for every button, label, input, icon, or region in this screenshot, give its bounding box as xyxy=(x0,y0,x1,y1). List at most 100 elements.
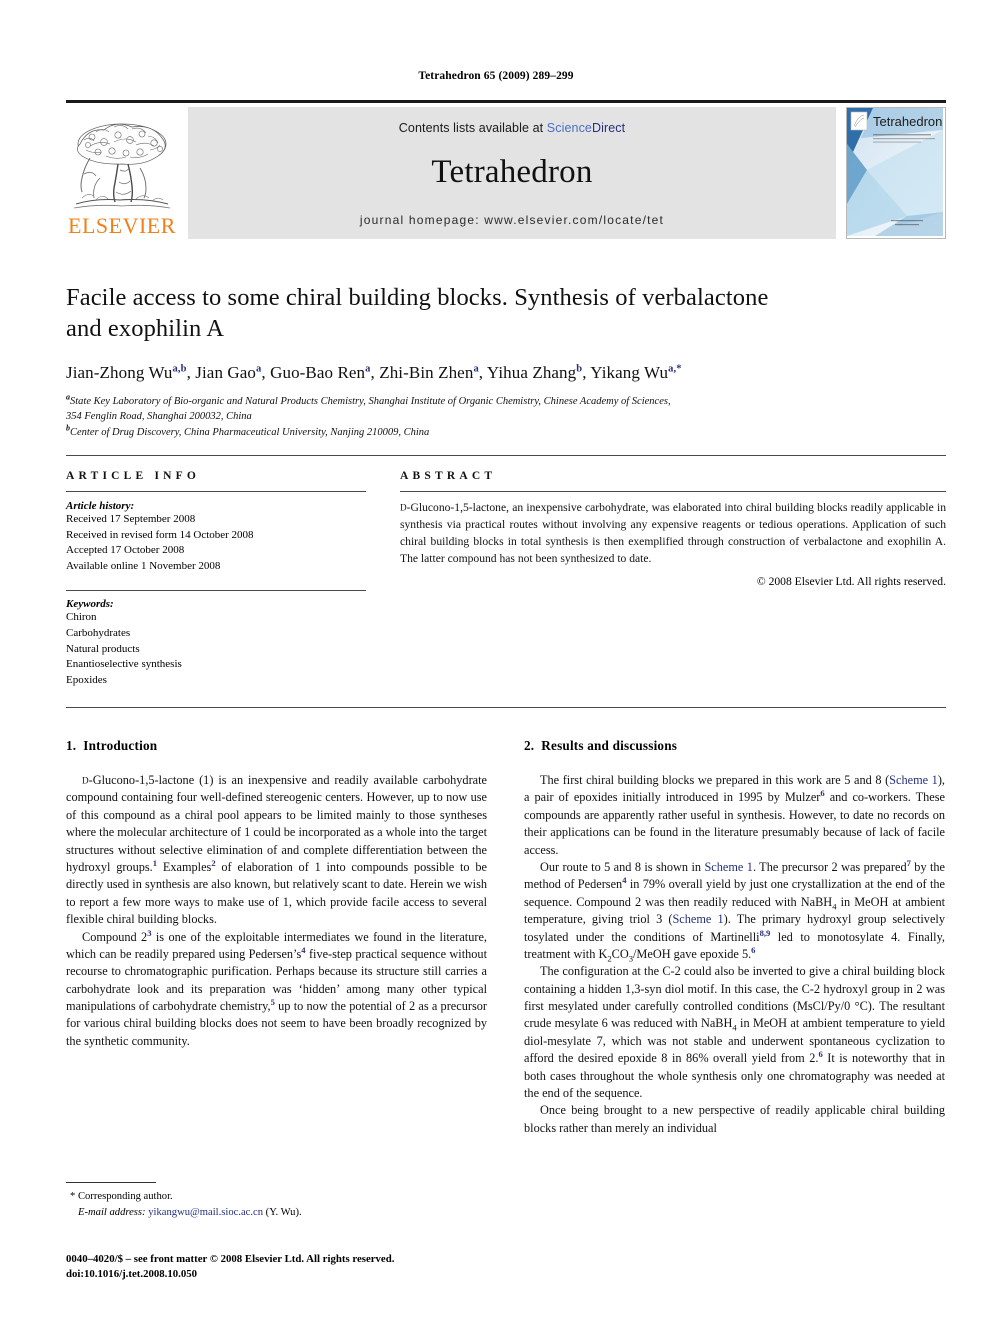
author-name: Jian-Zhong Wu xyxy=(66,362,173,382)
ref-8-9[interactable]: 8,9 xyxy=(760,927,771,937)
contents-available-line: Contents lists available at ScienceDirec… xyxy=(399,121,625,135)
intro-p2-a: Compound 2 xyxy=(82,929,148,944)
keywords-block: Keywords: Chiron Carbohydrates Natural pro… xyxy=(66,590,366,688)
results-title: Results and discussions xyxy=(541,738,678,753)
author-separator: , xyxy=(370,362,380,382)
author-list: Jian-Zhong Wua,b, Jian Gaoa, Guo-Bao Ren… xyxy=(66,363,946,383)
keyword-item: Carbohydrates xyxy=(66,627,131,640)
results-p2-b: . The precursor 2 was prepared xyxy=(752,859,907,874)
article-history-lines: Received 17 September 2008 Received in re… xyxy=(66,512,366,574)
right-column: 2. Results and discussions The first chir… xyxy=(524,738,945,1137)
author-separator: , xyxy=(478,362,487,382)
author-name: Jian Gao xyxy=(195,362,257,382)
article-history-label: Article history: xyxy=(66,500,135,512)
journal-banner: Contents lists available at ScienceDirec… xyxy=(188,107,836,239)
journal-homepage-link[interactable]: journal homepage: www.elsevier.com/locat… xyxy=(360,213,664,227)
keyword-item: Chiron xyxy=(66,611,97,624)
abstract-heading: ABSTRACT xyxy=(400,470,497,482)
results-p2-a: Our route to 5 and 8 is shown in xyxy=(540,859,705,874)
affiliation-line: bCenter of Drug Discovery, China Pharmac… xyxy=(66,424,946,441)
scheme-1-link-a[interactable]: Scheme 1 xyxy=(889,773,938,787)
imprint-line-1: 0040–4020/$ – see front matter © 2008 El… xyxy=(66,1253,395,1265)
article-info-divider xyxy=(66,491,366,492)
keywords-divider xyxy=(66,590,366,592)
results-p2-h: CO xyxy=(611,946,629,961)
intro-smallcap-d: D xyxy=(82,775,89,786)
keyword-item: Enantioselective synthesis xyxy=(66,658,182,671)
abstract-smallcap-d: D xyxy=(400,502,407,513)
author-affiliation-marker: a,* xyxy=(668,363,682,375)
article-info-column: ARTICLE INFO Article history: Received 1… xyxy=(66,470,366,688)
journal-masthead: ELSEVIER Contents lists available at Sci… xyxy=(66,100,946,239)
author-name: Guo-Bao Ren xyxy=(270,362,366,382)
abstract-copyright: © 2008 Elsevier Ltd. All rights reserved… xyxy=(756,574,946,588)
keyword-item: Natural products xyxy=(66,642,140,655)
email-link[interactable]: yikangwu@mail.sioc.ac.cn xyxy=(148,1207,263,1218)
info-abstract-block: ARTICLE INFO Article history: Received 1… xyxy=(66,470,946,688)
ref-6b[interactable]: 6 xyxy=(751,945,755,955)
results-number: 2. xyxy=(524,738,535,753)
running-head: Tetrahedron 65 (2009) 289–299 xyxy=(418,70,574,82)
results-p1-a: The first chiral building blocks we prep… xyxy=(540,773,890,787)
footnote-divider xyxy=(66,1182,156,1183)
elsevier-tree-icon xyxy=(70,118,174,214)
page-title: Facile access to some chiral building bl… xyxy=(66,282,946,345)
intro-paragraph-2: Compound 23 is one of the exploitable in… xyxy=(66,928,487,1051)
elsevier-logo: ELSEVIER xyxy=(66,107,178,239)
scheme-1-link-c[interactable]: Scheme 1 xyxy=(672,912,723,926)
affiliation-line: aState Key Laboratory of Bio-organic and… xyxy=(66,393,946,410)
affiliation-text: State Key Laboratory of Bio-organic and … xyxy=(70,395,671,407)
scheme-1-link-b[interactable]: Scheme 1 xyxy=(704,860,752,874)
intro-paragraph-1: D-Glucono-1,5-lactone (1) is an inexpens… xyxy=(66,772,487,929)
abstract-divider xyxy=(400,491,946,492)
affiliation-line: 354 Fenglin Road, Shanghai 200032, China xyxy=(66,409,946,425)
keyword-item: Epoxides xyxy=(66,673,107,686)
author-name: Yikang Wu xyxy=(590,362,669,382)
intro-number: 1. xyxy=(66,738,77,753)
article-title-line2: and exophilin A xyxy=(66,315,225,343)
intro-title: Introduction xyxy=(83,738,158,753)
abstract-text: D-Glucono-1,5-lactone, an inexpensive ca… xyxy=(400,500,946,568)
abstract-column: ABSTRACT D-Glucono-1,5-lactone, an inexp… xyxy=(400,470,946,688)
author-name: Zhi-Bin Zhen xyxy=(379,362,474,382)
contents-prefix: Contents lists available at xyxy=(398,121,547,135)
body-columns: 1. Introduction D-Glucono-1,5-lactone (1)… xyxy=(66,738,946,1137)
footnote-block: * Corresponding author. E-mail address: … xyxy=(66,1182,487,1221)
corresponding-author-note: * Corresponding author. xyxy=(70,1191,173,1202)
sciencedirect-link-part2[interactable]: Direct xyxy=(592,121,625,135)
paper-page: Tetrahedron 65 (2009) 289–299 ELSEVIER C… xyxy=(0,0,992,1323)
results-paragraph-4: Once being brought to a new perspective … xyxy=(524,1103,945,1135)
email-note: E-mail address: yikangwu@mail.sioc.ac.cn… xyxy=(66,1205,487,1221)
results-p2-i: /MeOH gave epoxide 5. xyxy=(633,946,752,961)
svg-text:Tetrahedron: Tetrahedron xyxy=(873,114,942,129)
article-history-line: Received in revised form 14 October 2008 xyxy=(66,528,254,541)
article-info-heading: ARTICLE INFO xyxy=(66,470,201,482)
article-history-line: Received 17 September 2008 xyxy=(66,513,196,525)
title-block: Facile access to some chiral building bl… xyxy=(66,282,946,440)
results-paragraph-1: The first chiral building blocks we prep… xyxy=(524,772,945,859)
author-name: Yihua Zhang xyxy=(486,362,577,382)
journal-title: Tetrahedron xyxy=(431,153,593,190)
email-suffix: (Y. Wu). xyxy=(263,1206,302,1218)
results-paragraph-3: The configuration at the C-2 could also … xyxy=(524,963,945,1102)
results-paragraph-2: Our route to 5 and 8 is shown in Scheme … xyxy=(524,859,945,963)
intro-p1-mid: Examples xyxy=(157,859,212,874)
keywords-label: Keywords: xyxy=(66,598,114,611)
section-heading-introduction: 1. Introduction xyxy=(66,738,487,754)
author-separator: , xyxy=(186,362,196,382)
sciencedirect-link-part1[interactable]: Science xyxy=(547,121,592,135)
imprint-line-2: doi:10.1016/j.tet.2008.10.050 xyxy=(66,1268,198,1281)
left-column: 1. Introduction D-Glucono-1,5-lactone (1)… xyxy=(66,738,487,1137)
abstract-body: -Glucono-1,5-lactone, an inexpensive car… xyxy=(400,501,946,565)
imprint-block: 0040–4020/$ – see front matter © 2008 El… xyxy=(66,1252,566,1283)
divider-above-abstract xyxy=(66,455,946,456)
author-separator: , xyxy=(261,362,271,382)
affiliation-text: Center of Drug Discovery, China Pharmace… xyxy=(70,426,430,438)
section-heading-results: 2. Results and discussions xyxy=(524,738,945,754)
elsevier-wordmark: ELSEVIER xyxy=(68,213,176,238)
divider-above-body xyxy=(66,707,946,708)
article-history-line: Accepted 17 October 2008 xyxy=(66,544,185,557)
affiliation-text: 354 Fenglin Road, Shanghai 200032, China xyxy=(66,411,252,423)
keywords-list: Chiron Carbohydrates Natural products Enant… xyxy=(66,610,366,688)
author-affiliation-marker: a,b xyxy=(172,363,187,375)
